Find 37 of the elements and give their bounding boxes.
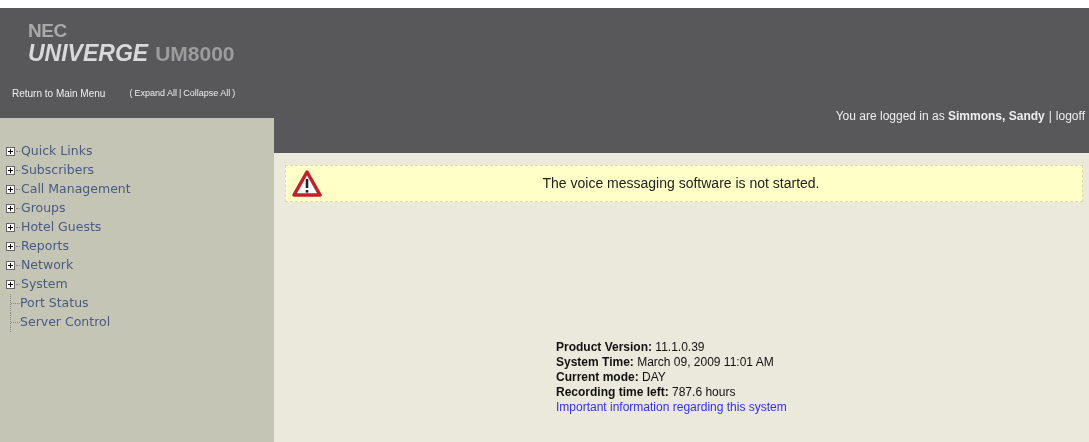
info-line: Recording time left: 787.6 hours [556,385,737,400]
info-link[interactable]: Important information regarding this system [556,400,787,414]
expand-toggle-icon[interactable] [6,261,15,270]
separator-text: | [1048,108,1052,125]
info-line: System Time: March 09, 2009 11:01 AM [556,355,775,370]
expand-toggle-icon[interactable] [6,280,15,289]
logo-model-text: UM8000 [155,42,235,66]
main-menu-link[interactable]: Return to Main Menu [12,86,106,101]
info-line: Current mode: DAY [556,370,667,385]
sidebar-item[interactable]: System [21,275,68,294]
login-status-text: You are logged in as Simmons, Sandy [835,108,1045,125]
logo-brand-text: NEC [28,22,67,40]
expand-toggle-icon[interactable] [6,185,15,194]
logoff-link[interactable]: logoff [1055,107,1085,125]
sidebar-item[interactable]: Subscribers [21,161,95,180]
info-line: Product Version: 11.1.0.39 [556,340,706,355]
sidebar-item[interactable]: Port Status [20,294,89,313]
sidebar-item[interactable]: Reports [21,237,69,256]
sidebar-item[interactable]: Quick Links [21,142,93,161]
sidebar-item[interactable]: Groups [21,199,66,218]
paren-text: ( [129,86,133,100]
logo-product-text: UNIVERGE [28,41,149,65]
expand-toggle-icon[interactable] [6,204,15,213]
alert-message: The voice messaging software is not started. [541,174,821,193]
sidebar-item[interactable]: Network [21,256,74,275]
expand-all-link[interactable]: Expand All [134,86,177,101]
sidebar-item[interactable]: Server Control [20,313,111,332]
warning-icon [292,170,322,197]
sidebar-item[interactable]: Call Management [21,180,131,199]
expand-toggle-icon[interactable] [6,147,15,156]
separator-text: | [178,86,182,100]
sidebar-item[interactable]: Hotel Guests [21,218,102,237]
expand-toggle-icon[interactable] [6,242,15,251]
paren-text: ) [232,86,236,100]
collapse-all-link[interactable]: Collapse All [183,86,231,101]
expand-toggle-icon[interactable] [6,166,15,175]
expand-toggle-icon[interactable] [6,223,15,232]
